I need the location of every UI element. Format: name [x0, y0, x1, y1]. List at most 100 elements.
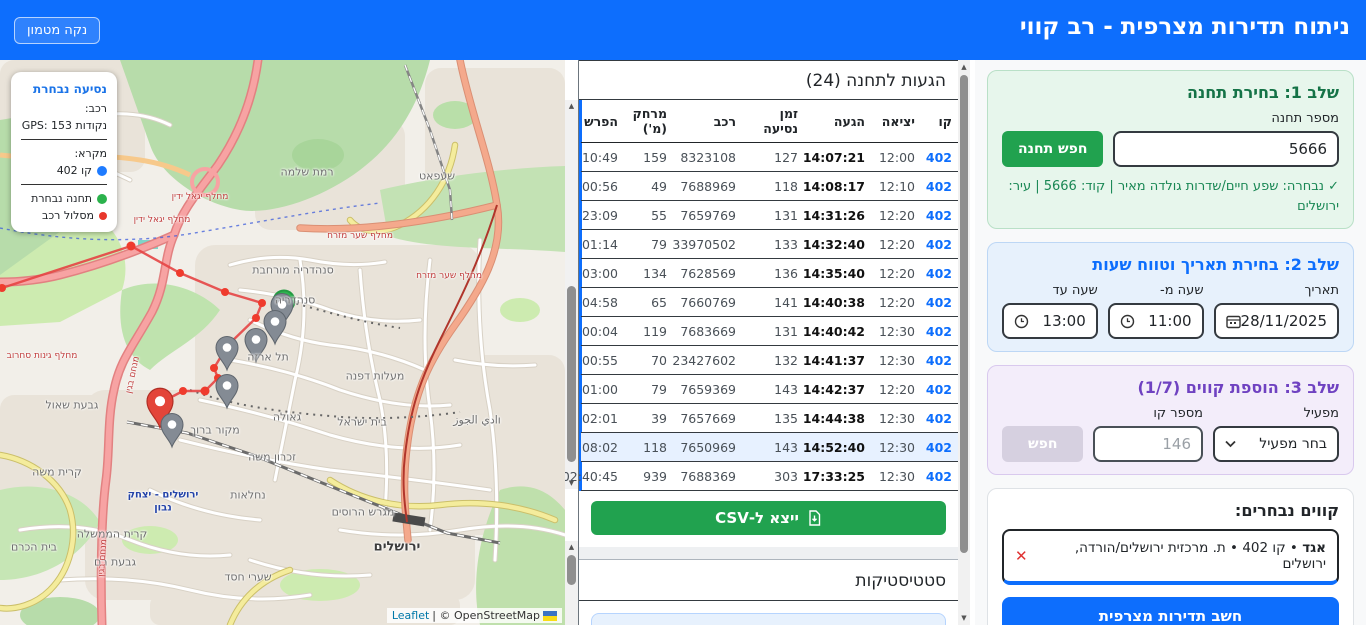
calculate-frequency-button[interactable]: חשב תדירות מצרפית: [1002, 597, 1339, 625]
table-row[interactable]: 402 12:20 14:31:26 131 7659769 55 23:09: [581, 200, 958, 230]
table-cell: 939: [624, 461, 673, 491]
line-number-cell[interactable]: 402: [921, 374, 958, 404]
middle-column: ▲ ▼ ▲ הגעות לתחנה (24) קו יציאה הגעה זמן נס…: [562, 60, 975, 625]
step3-card: שלב 3: הוספת קווים (1/7) מפעיל בחר מפעיל…: [987, 365, 1354, 475]
table-row[interactable]: 402 12:20 14:42:37 143 7659369 79 01:00: [581, 374, 958, 404]
table-cell: 118: [624, 432, 673, 462]
table-row[interactable]: 402 12:30 14:41:37 132 23427602 70 00:55: [581, 345, 958, 375]
line-number-cell[interactable]: 402: [921, 171, 958, 201]
line-number-cell[interactable]: 402: [921, 200, 958, 230]
table-cell: 65: [624, 287, 673, 317]
table-row[interactable]: 402 12:10 14:08:17 118 7688969 49 00:56: [581, 171, 958, 201]
table-cell: 12:30: [871, 345, 921, 375]
table-cell: 14:31:26: [803, 200, 871, 230]
table-row[interactable]: 402 12:30 17:33:25 303 7688369 939 02:40:45: [562, 461, 958, 491]
chevron-down-icon: [1225, 440, 1236, 448]
table-row[interactable]: 402 12:30 14:40:42 131 7683669 119 00:04: [581, 316, 958, 346]
table-scrollbar-thumb[interactable]: [567, 286, 576, 462]
operator-select[interactable]: בחר מפעיל: [1213, 426, 1339, 462]
table-cell: 17:33:25: [803, 461, 871, 491]
middle-scrollbar-thumb[interactable]: [960, 75, 968, 553]
time-to-label: שעה עד: [1052, 283, 1098, 298]
scroll-up-arrow[interactable]: ▲: [958, 61, 970, 73]
selected-lines-title: קווים נבחרים:: [1234, 501, 1339, 520]
table-cell: 49: [624, 171, 673, 201]
station-number-input[interactable]: 5666: [1113, 131, 1339, 167]
line-number-cell[interactable]: 402: [921, 287, 958, 317]
main-layout: שלב 1: בחירת תחנה מספר תחנה 5666 חפש תחנ…: [0, 60, 1366, 625]
table-row[interactable]: 402 12:20 14:35:40 136 7628569 134 03:00: [581, 258, 958, 288]
route-color-dot: [99, 211, 107, 220]
time-from-input[interactable]: 11:00: [1107, 303, 1204, 339]
line-number-input[interactable]: 146: [1093, 426, 1204, 462]
line-number-cell[interactable]: 402: [921, 432, 958, 462]
time-to-input[interactable]: 13:00: [1002, 303, 1098, 339]
table-row[interactable]: 402 12:30 14:44:38 135 7657669 39 02:01: [581, 403, 958, 433]
scroll-down-arrow[interactable]: ▼: [958, 612, 970, 624]
table-cell: 136: [742, 258, 804, 288]
table-row[interactable]: 402 12:30 14:52:40 143 7650969 118 08:02: [581, 432, 958, 462]
statistics-card: סטטיסטיקות תדירות מצרפית (24 הגעות תקינו…: [579, 559, 958, 625]
table-cell: 7659769: [673, 200, 742, 230]
selected-lines-card: קווים נבחרים: אגד • קו 402 • ת. מרכזית י…: [987, 488, 1354, 625]
table-cell: 55: [624, 200, 673, 230]
table-row[interactable]: 402 12:20 14:40:38 141 7660769 65 04:58: [581, 287, 958, 317]
table-scrollbar[interactable]: ▲ ▼: [565, 100, 578, 489]
line-number-cell[interactable]: 402: [921, 403, 958, 433]
osm-credit[interactable]: | © OpenStreetMap: [432, 609, 540, 622]
table-cell: 131: [742, 200, 804, 230]
remove-line-icon[interactable]: ✕: [1015, 547, 1028, 565]
step2-card: שלב 2: בחירת תאריך וטווח שעות תאריך 28/1…: [987, 242, 1354, 352]
clock-icon: [1014, 314, 1029, 328]
table-cell: 14:41:37: [803, 345, 871, 375]
line-number-cell[interactable]: 402: [921, 345, 958, 375]
middle-content: הגעות לתחנה (24) קו יציאה הגעה זמן נסיעה רכב…: [562, 60, 958, 625]
table-cell: 143: [742, 374, 804, 404]
table-cell: 7659369: [673, 374, 742, 404]
step1-title: שלב 1: בחירת תחנה: [1186, 83, 1339, 102]
line-number-cell[interactable]: 402: [921, 461, 958, 491]
table-cell: 7650969: [673, 432, 742, 462]
stats-scrollbar[interactable]: ▲: [565, 541, 578, 625]
table-cell: 79: [624, 374, 673, 404]
search-line-button[interactable]: חפש: [1002, 426, 1084, 462]
station-selected-note: ✓ נבחרה: שפע חיים/שדרות גולדה מאיר | קוד…: [1008, 179, 1339, 214]
line-number-cell[interactable]: 402: [921, 258, 958, 288]
arrivals-title: הגעות לתחנה (24): [579, 60, 958, 100]
table-cell: 00:56: [581, 171, 624, 201]
stats-scrollbar-thumb[interactable]: [567, 555, 576, 585]
table-cell: 12:20: [871, 200, 921, 230]
column-header: הגעה: [804, 100, 871, 143]
middle-scrollbar[interactable]: ▲ ▼: [958, 60, 970, 625]
scroll-up-arrow[interactable]: ▲: [565, 541, 578, 553]
page-title: ניתוח תדירות מצרפית - רב קווי: [1019, 14, 1350, 40]
clear-cache-button[interactable]: נקה מטמון: [14, 17, 101, 44]
table-cell: 10:49: [581, 142, 624, 172]
table-cell: 135: [742, 403, 804, 433]
calendar-icon: [1225, 315, 1241, 328]
column-header: קו: [921, 100, 958, 143]
export-csv-button[interactable]: ייצא ל-CSV: [591, 501, 946, 535]
table-row[interactable]: 402 12:20 14:32:40 133 33970502 79 01:14: [581, 229, 958, 259]
line-number-cell[interactable]: 402: [921, 229, 958, 259]
date-input[interactable]: 28/11/2025: [1213, 303, 1339, 339]
table-cell: 00:55: [581, 345, 624, 375]
scroll-up-arrow[interactable]: ▲: [565, 100, 578, 112]
table-cell: 14:42:37: [803, 374, 871, 404]
column-header: זמן נסיעה: [742, 100, 804, 143]
line-number-cell[interactable]: 402: [921, 142, 958, 172]
table-cell: 131: [742, 316, 804, 346]
search-station-button[interactable]: חפש תחנה: [1002, 131, 1104, 167]
line-number-cell[interactable]: 402: [921, 316, 958, 346]
selected-line-item[interactable]: אגד • קו 402 • ת. מרכזית ירושלים/הורדה, …: [1002, 529, 1339, 585]
clock-icon: [1120, 314, 1134, 328]
leaflet-link[interactable]: Leaflet: [392, 609, 429, 622]
table-cell: 39: [624, 403, 673, 433]
table-row[interactable]: 402 12:00 14:07:21 127 8323108 159 10:49: [581, 142, 958, 172]
legend-gps-points: נקודות GPS: 153: [21, 119, 107, 132]
map[interactable]: רמות א'רמת שלמהשעפאטסנהדריה מורחבתסנהדרי…: [0, 60, 565, 625]
station-color-dot: [97, 193, 107, 204]
table-cell: 12:30: [871, 316, 921, 346]
column-header: הפרש: [581, 100, 624, 143]
table-cell: 12:20: [871, 229, 921, 259]
